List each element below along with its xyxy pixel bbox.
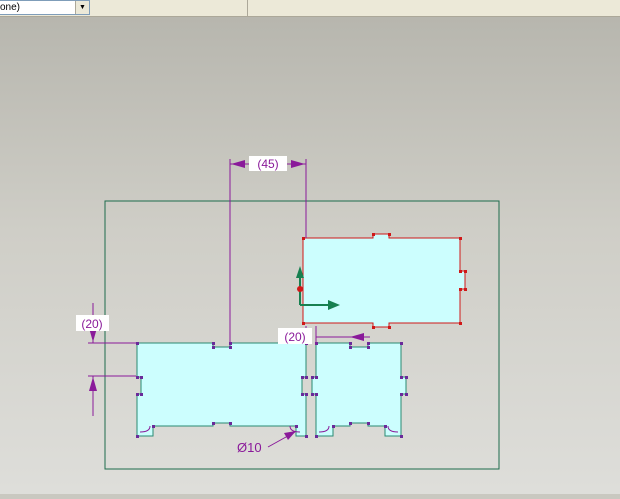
sketch-profile-lower-left[interactable] (136, 342, 307, 437)
selection-filter-value: one) (0, 2, 21, 13)
dimension-45-label[interactable]: (45) (257, 157, 278, 171)
toolbar: one) ▼ (0, 0, 620, 17)
chevron-down-icon[interactable]: ▼ (75, 1, 89, 14)
graphics-area[interactable]: (45) (20) (20) Ø10 (0, 17, 620, 494)
dimension-vertical-20-label[interactable]: (20) (81, 317, 102, 331)
sketch-view[interactable]: (45) (20) (20) Ø10 (0, 17, 620, 494)
sketch-profile-lower-right[interactable] (311, 342, 407, 437)
dimension-45[interactable] (229, 159, 307, 343)
dimension-diameter-10[interactable] (267, 431, 296, 448)
selection-filter-dropdown[interactable]: one) ▼ (0, 0, 90, 15)
dimension-horizontal-20[interactable] (305, 326, 370, 345)
dimension-diameter-10-label[interactable]: Ø10 (237, 440, 262, 455)
toolbar-separator (247, 0, 248, 16)
dimension-horizontal-20-label[interactable]: (20) (284, 330, 305, 344)
sketch-profile-upper-right[interactable] (302, 233, 466, 328)
